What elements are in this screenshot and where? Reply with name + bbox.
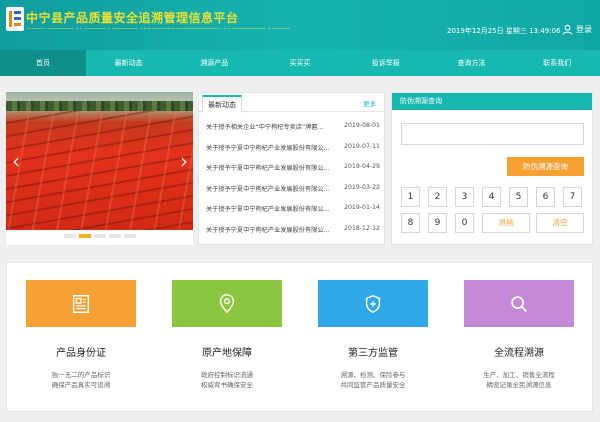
nav-item-news[interactable]: 最新动态 xyxy=(86,50,172,76)
site-title: 中宁县产品质量安全追溯管理信息平台 xyxy=(26,11,239,25)
news-item[interactable]: 关于授予宁夏中宁枸杞产业发展股份有限公... 2019-01-14 xyxy=(206,204,380,225)
news-item-title[interactable]: 关于授予宁夏中宁枸杞产业发展股份有限公... xyxy=(206,225,334,246)
feature-desc-line: 权威背书确保安全 xyxy=(201,381,253,389)
keypad-key-4[interactable]: 4 xyxy=(482,187,501,207)
news-item[interactable]: 关于授予宁夏中宁枸杞产业发展股份有限公... 2019-04-29 xyxy=(206,163,380,184)
feature-product-id-tile xyxy=(26,280,136,327)
tab-latest-news[interactable]: 最新动态 xyxy=(202,95,242,113)
carousel-dot[interactable] xyxy=(93,234,106,238)
feature-product-id[interactable]: 产品身份证 独一无二的产品标识 确保产品真实可追溯 xyxy=(26,280,136,390)
news-item-date: 2019-08-01 xyxy=(344,122,380,129)
carousel-prev-icon[interactable]: ‹ xyxy=(9,150,23,172)
news-list: 关于授予相关企业“中宁枸杞专卖店”牌匾... 2019-08-01 关于授予宁夏中… xyxy=(206,122,380,245)
feature-description: 溯源、检测、保险参与 共同监管产品质量安全 xyxy=(318,370,428,390)
feature-description: 政府控制标识流通 权威背书确保安全 xyxy=(172,370,282,390)
feature-origin[interactable]: 原产地保障 政府控制标识流通 权威背书确保安全 xyxy=(172,280,282,390)
keypad-key-3[interactable]: 3 xyxy=(455,187,474,207)
carousel-dot-active[interactable] xyxy=(78,234,91,238)
main-nav: 首页 最新动态 溯源产品 买买买 投诉举报 查询方法 联系我们 xyxy=(0,50,600,76)
feature-desc-line: 溯源、检测、保险参与 xyxy=(340,371,406,379)
feature-third-party[interactable]: 第三方监管 溯源、检测、保险参与 共同监管产品质量安全 xyxy=(318,280,428,390)
trace-code-input[interactable] xyxy=(401,123,584,145)
site-logo[interactable] xyxy=(6,7,24,31)
keypad-key-6[interactable]: 6 xyxy=(536,187,555,207)
shield-plus-icon xyxy=(365,294,381,313)
carousel-next-icon[interactable]: › xyxy=(177,150,191,172)
news-item-date: 2018-12-12 xyxy=(344,224,380,232)
image-carousel: ‹ › xyxy=(6,92,193,245)
news-more-link[interactable]: 更多 xyxy=(363,98,376,108)
feature-desc-line: 生产、加工、销售全流程 xyxy=(483,371,555,379)
keypad-key-5[interactable]: 5 xyxy=(509,187,528,207)
anti-counterfeit-query-panel: 防伪溯源查询 防伪溯源查询 1 2 3 4 5 6 7 8 9 0 退格 清空 xyxy=(391,92,593,245)
news-item-title[interactable]: 关于授予宁夏中宁枸杞产业发展股份有限公... xyxy=(206,163,334,184)
news-item[interactable]: 关于授予宁夏中宁枸杞产业发展股份有限公... 2019-07-11 xyxy=(206,143,380,164)
nav-item-query-method[interactable]: 查询方法 xyxy=(429,50,515,76)
news-item-date: 2019-03-22 xyxy=(344,183,380,191)
news-item[interactable]: 关于授予相关企业“中宁枸杞专卖店”牌匾... 2019-08-01 xyxy=(206,122,380,143)
feature-desc-line: 确保产品真实可追溯 xyxy=(51,381,111,389)
news-item[interactable]: 关于授予宁夏中宁枸杞产业发展股份有限公... 2018-12-12 xyxy=(206,225,380,246)
carousel-indicators xyxy=(6,234,193,238)
news-panel: 最新动态 更多 关于授予相关企业“中宁枸杞专卖店”牌匾... 2019-08-01… xyxy=(198,92,385,245)
news-item-title[interactable]: 关于授予宁夏中宁枸杞产业发展股份有限公... xyxy=(206,143,334,164)
keypad-key-9[interactable]: 9 xyxy=(428,213,447,233)
feature-title: 原产地保障 xyxy=(202,348,252,359)
site-header: 中宁县产品质量安全追溯管理信息平台 ~~~~~ ~~~~~~~ ~~ ~~~~~… xyxy=(0,0,600,50)
keypad-key-1[interactable]: 1 xyxy=(401,187,420,207)
location-pin-icon xyxy=(219,293,235,313)
query-panel-title: 防伪溯源查询 xyxy=(392,93,592,110)
news-item-title[interactable]: 关于授予宁夏中宁枸杞产业发展股份有限公... xyxy=(206,204,334,225)
news-item[interactable]: 关于授予宁夏中宁枸杞产业发展股份有限公... 2019-03-22 xyxy=(206,184,380,205)
feature-full-trace-tile xyxy=(464,280,574,327)
feature-origin-tile xyxy=(172,280,282,327)
keypad-key-2[interactable]: 2 xyxy=(428,187,447,207)
feature-title: 全流程溯源 xyxy=(494,348,544,359)
carousel-dot[interactable] xyxy=(108,234,121,238)
user-icon xyxy=(562,24,573,35)
keypad-key-7[interactable]: 7 xyxy=(563,187,582,207)
document-icon xyxy=(72,294,90,313)
login-button[interactable]: 登录 xyxy=(562,24,592,35)
feature-title: 产品身份证 xyxy=(56,348,106,359)
nav-item-complaints[interactable]: 投诉举报 xyxy=(343,50,429,76)
keypad-key-8[interactable]: 8 xyxy=(401,213,420,233)
news-item-date: 2019-04-29 xyxy=(344,163,380,170)
feature-full-trace[interactable]: 全流程溯源 生产、加工、销售全流程 精密记录全民溯源信息 xyxy=(464,280,574,390)
carousel-slide-image[interactable] xyxy=(6,92,193,230)
feature-desc-line: 共同监管产品质量安全 xyxy=(340,381,406,389)
nav-item-home[interactable]: 首页 xyxy=(0,50,86,76)
news-item-date: 2019-07-11 xyxy=(344,142,380,150)
keypad-key-0[interactable]: 0 xyxy=(455,213,474,233)
carousel-dot[interactable] xyxy=(123,234,136,238)
feature-desc-line: 政府控制标识流通 xyxy=(201,371,253,379)
site-subtitle: ~~~~~ ~~~~~~~ ~~ ~~~~~~~ ~~~~~~~ ~~~ ~~~… xyxy=(27,27,291,32)
features-section: 产品身份证 独一无二的产品标识 确保产品真实可追溯 原产地保障 政府控制标识流通… xyxy=(6,262,593,412)
nav-item-shop[interactable]: 买买买 xyxy=(257,50,343,76)
feature-title: 第三方监管 xyxy=(348,348,398,359)
feature-description: 生产、加工、销售全流程 精密记录全民溯源信息 xyxy=(464,370,574,390)
feature-third-party-tile xyxy=(318,280,428,327)
news-item-title[interactable]: 关于授予宁夏中宁枸杞产业发展股份有限公... xyxy=(206,184,334,205)
news-item-date: 2019-01-14 xyxy=(344,204,380,211)
search-icon xyxy=(511,295,527,312)
current-datetime: 2019年12月25日 星期三 13:49:06 xyxy=(447,27,561,35)
nav-item-contact[interactable]: 联系我们 xyxy=(514,50,600,76)
news-panel-header: 最新动态 更多 xyxy=(199,93,384,113)
carousel-dot[interactable] xyxy=(63,234,76,238)
feature-desc-line: 独一无二的产品标识 xyxy=(51,371,111,379)
nav-item-products[interactable]: 溯源产品 xyxy=(171,50,257,76)
query-submit-button[interactable]: 防伪溯源查询 xyxy=(507,157,584,176)
keypad-clear-button[interactable]: 清空 xyxy=(536,213,584,233)
keypad-backspace-button[interactable]: 退格 xyxy=(482,213,530,233)
feature-desc-line: 精密记录全民溯源信息 xyxy=(486,381,552,389)
feature-description: 独一无二的产品标识 确保产品真实可追溯 xyxy=(26,370,136,390)
login-label: 登录 xyxy=(576,25,592,34)
news-item-title[interactable]: 关于授予相关企业“中宁枸杞专卖店”牌匾... xyxy=(206,122,334,143)
